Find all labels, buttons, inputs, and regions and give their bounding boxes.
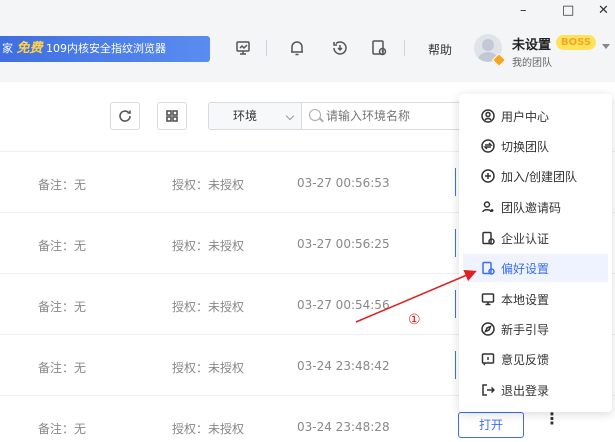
env-select-label: 环境 [233, 109, 258, 123]
search-icon [309, 109, 321, 121]
compass-icon [481, 322, 495, 336]
menu-item-label: 团队邀请码 [501, 200, 562, 215]
user-circle-icon [481, 109, 495, 123]
menu-item-label: 企业认证 [501, 231, 550, 246]
certificate-icon [481, 231, 495, 245]
menu-item-enterprise-cert[interactable]: 企业认证 [463, 224, 608, 252]
banner-text: 109内核安全指纹浏览器 [46, 42, 167, 55]
row-auth: 授权：未授权 [172, 239, 245, 253]
open-button-edge[interactable] [455, 168, 458, 196]
menu-item-local-settings[interactable]: 本地设置 [463, 285, 608, 313]
more-vertical-icon[interactable]: ⋮ [544, 411, 560, 427]
open-button-edge[interactable] [455, 290, 458, 318]
menu-item-label: 意见反馈 [501, 352, 550, 367]
preferences-icon [481, 261, 495, 275]
chevron-down-icon[interactable] [602, 44, 610, 49]
row-time: 03-24 23:48:28 [297, 420, 390, 434]
plus-circle-icon [481, 169, 495, 183]
menu-item-logout[interactable]: 退出登录 [463, 376, 608, 404]
annotation-label: ① [408, 312, 421, 328]
title-bar: – □ ✕ 家 免费 109内核安全指纹浏览器 帮助 未设置 BOSS 我的团队 [0, 0, 615, 82]
open-button-edge[interactable] [455, 229, 458, 257]
open-button[interactable]: 打开 [458, 412, 524, 438]
divider [404, 40, 405, 56]
refresh-icon [119, 110, 131, 122]
boss-badge: BOSS [556, 35, 597, 50]
row-time: 03-24 23:48:42 [297, 359, 390, 373]
maximize-button[interactable]: □ [562, 3, 574, 18]
menu-item-feedback[interactable]: 意见反馈 [463, 345, 608, 373]
menu-item-preferences[interactable]: 偏好设置 [463, 254, 608, 282]
menu-item-label: 加入/创建团队 [501, 169, 578, 184]
chevron-down-icon [285, 111, 295, 121]
user-add-icon [481, 200, 495, 214]
menu-item-label: 退出登录 [501, 383, 550, 398]
banner-free: 免费 [16, 41, 43, 56]
row-note: 备注：无 [38, 422, 87, 436]
help-link[interactable]: 帮助 [428, 41, 452, 58]
user-name[interactable]: 未设置 [512, 34, 551, 53]
refresh-button[interactable] [110, 102, 140, 130]
sync-download-icon[interactable] [330, 38, 350, 58]
row-note: 备注：无 [38, 178, 87, 192]
grid-icon [166, 110, 178, 122]
monitor-chart-icon[interactable] [234, 38, 254, 58]
schedule-icon[interactable] [369, 38, 389, 58]
row-note: 备注：无 [38, 361, 87, 375]
open-button-edge[interactable] [455, 351, 458, 379]
row-auth: 授权：未授权 [172, 178, 245, 192]
row-time: 03-27 00:56:53 [297, 176, 390, 190]
row-note: 备注：无 [38, 239, 87, 253]
row-time: 03-27 00:54:56 [297, 298, 390, 312]
menu-item-switch-team[interactable]: 切换团队 [463, 132, 608, 160]
monitor-icon [481, 292, 495, 306]
menu-item-onboarding[interactable]: 新手引导 [463, 315, 608, 343]
bell-icon[interactable] [287, 38, 307, 58]
search-input[interactable] [301, 102, 461, 130]
menu-item-invite-code[interactable]: 团队邀请码 [463, 193, 608, 221]
menu-item-join-create-team[interactable]: 加入/创建团队 [463, 162, 608, 190]
menu-item-user-center[interactable]: 用户中心 [463, 102, 608, 130]
grid-view-button[interactable] [157, 102, 187, 130]
row-auth: 授权：未授权 [172, 361, 245, 375]
row-note: 备注：无 [38, 300, 87, 314]
menu-item-label: 本地设置 [501, 292, 550, 307]
row-auth: 授权：未授权 [172, 422, 245, 436]
divider [266, 40, 267, 56]
row-auth: 授权：未授权 [172, 300, 245, 314]
minimize-button[interactable]: – [520, 3, 527, 18]
team-name[interactable]: 我的团队 [512, 54, 552, 69]
promo-banner[interactable]: 家 免费 109内核安全指纹浏览器 [0, 36, 210, 62]
env-select[interactable]: 环境 [208, 102, 301, 130]
menu-item-label: 切换团队 [501, 139, 550, 154]
menu-item-label: 新手引导 [501, 322, 550, 337]
menu-item-label: 用户中心 [501, 109, 550, 124]
switch-icon [481, 139, 495, 153]
feedback-icon [481, 352, 495, 366]
menu-item-label: 偏好设置 [501, 261, 550, 276]
logout-icon [481, 383, 495, 397]
user-dropdown-menu: 用户中心 切换团队 加入/创建团队 团队邀请码 企业认证 偏好设置 本地设置 新… [459, 94, 612, 412]
row-time: 03-27 00:56:25 [297, 237, 390, 251]
close-button[interactable]: ✕ [598, 3, 609, 18]
banner-prefix: 家 [2, 42, 13, 55]
